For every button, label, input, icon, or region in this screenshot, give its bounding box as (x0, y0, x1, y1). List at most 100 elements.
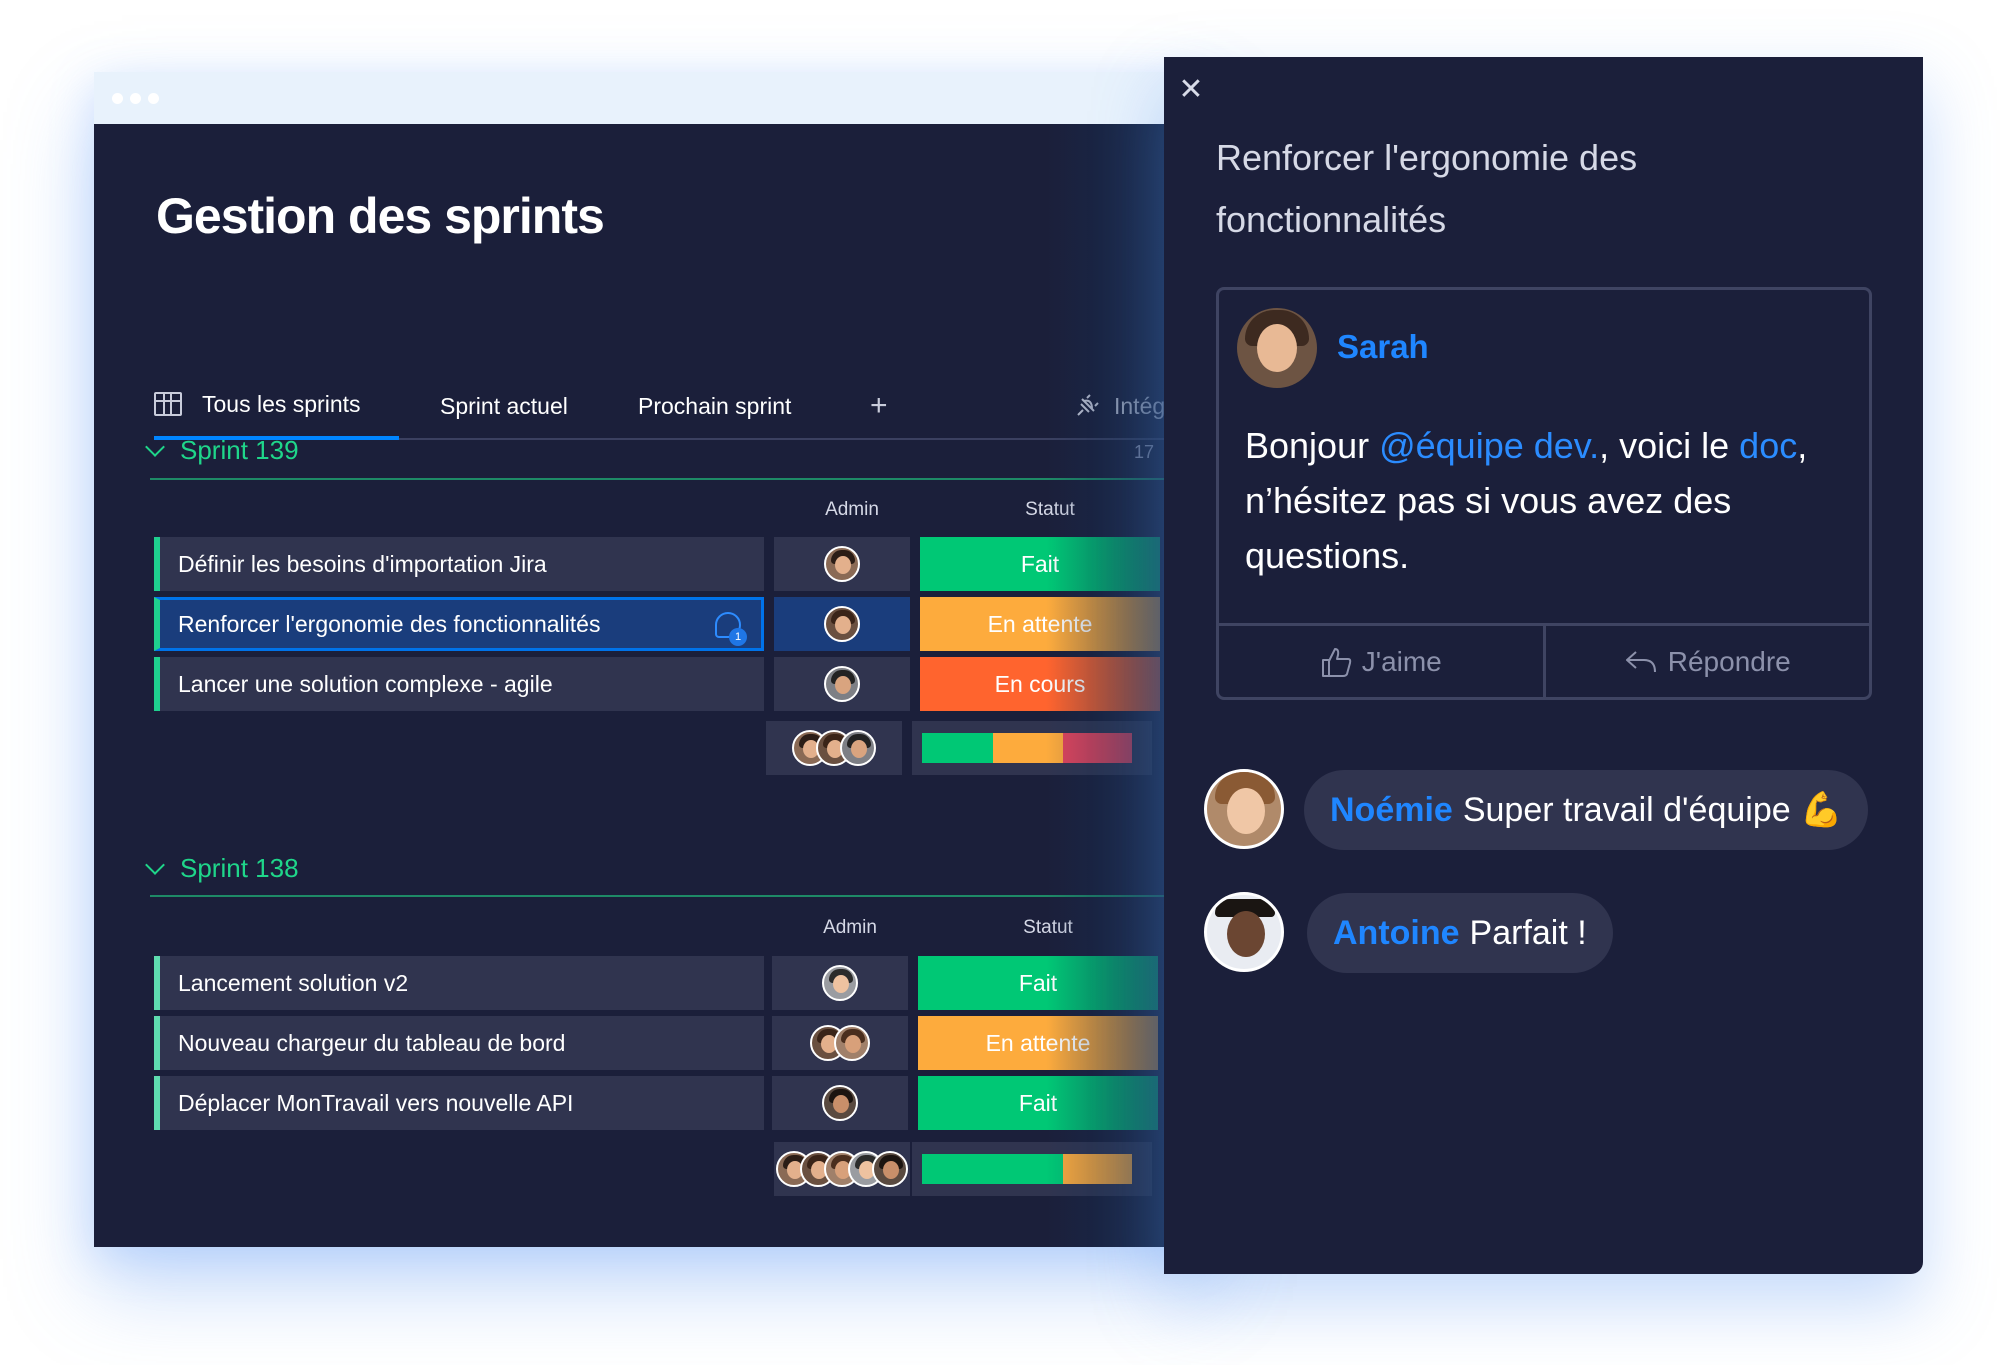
window-titlebar (94, 72, 1206, 124)
status-summary (912, 721, 1152, 775)
admin-cell[interactable] (772, 1076, 908, 1130)
table-icon (154, 392, 182, 416)
status-summary (912, 1142, 1152, 1196)
avatar (1204, 769, 1284, 849)
column-header-admin[interactable]: Admin (784, 499, 920, 521)
update-text: , voici le (1599, 425, 1740, 466)
status-progress-bar (922, 1154, 1132, 1184)
group-divider (150, 895, 1206, 897)
comment-icon[interactable]: 1 (713, 610, 747, 646)
tab-label: Intég (1114, 392, 1166, 419)
reply-text: Parfait ! (1469, 913, 1587, 952)
tab-next-sprint[interactable]: Prochain sprint (638, 372, 791, 440)
avatar (1237, 308, 1317, 388)
plus-icon: + (870, 389, 888, 422)
plug-icon (1077, 394, 1099, 416)
column-header-status[interactable]: Statut (930, 499, 1170, 521)
window-dot (112, 93, 123, 104)
item-row[interactable]: Nouveau chargeur du tableau de bord (154, 1016, 764, 1070)
item-row[interactable]: Lancement solution v2 (154, 956, 764, 1010)
status-label: Fait (1020, 550, 1060, 577)
avatar (872, 1151, 908, 1187)
reply-text: Super travail d'équipe 💪 (1462, 791, 1843, 829)
like-button[interactable]: J'aime (1219, 626, 1543, 697)
status-cell[interactable]: Fait (918, 1076, 1158, 1130)
screen: Gestion des sprints Tous les sprints Spr… (0, 0, 2000, 1365)
avatar (1204, 892, 1284, 972)
status-label: Fait (1018, 1089, 1058, 1116)
add-view-button[interactable]: + (870, 372, 888, 440)
status-cell[interactable]: En attente (918, 1016, 1158, 1070)
status-label: En attente (987, 610, 1093, 637)
avatar (822, 965, 858, 1001)
admin-cell[interactable] (772, 1016, 908, 1070)
status-cell[interactable]: En cours (920, 657, 1160, 711)
update-card: Sarah Bonjour @équipe dev., voici le doc… (1216, 287, 1872, 700)
close-icon[interactable]: ✕ (1176, 75, 1206, 105)
progress-segment (1062, 1154, 1132, 1184)
view-tabs: Tous les sprints Sprint actuel Prochain … (154, 372, 1206, 440)
status-label: En cours (994, 670, 1086, 697)
item-name: Nouveau chargeur du tableau de bord (178, 1029, 566, 1056)
like-label: J'aime (1361, 645, 1442, 677)
reply-author[interactable]: Antoine (1333, 914, 1460, 953)
avatar (822, 1085, 858, 1121)
admin-cell[interactable] (772, 956, 908, 1010)
reply-author[interactable]: Noémie (1330, 791, 1453, 830)
status-label: En attente (985, 1029, 1091, 1056)
status-progress-bar (922, 733, 1132, 763)
item-detail-panel: ✕ Renforcer l'ergonomie des fonctionnali… (1164, 57, 1923, 1274)
item-row-selected[interactable]: Renforcer l'ergonomie des fonctionnalité… (154, 597, 764, 651)
tab-label: Sprint actuel (440, 392, 568, 419)
doc-link[interactable]: doc (1739, 425, 1797, 466)
progress-segment (1062, 733, 1132, 763)
group-header-sprint-139[interactable]: Sprint 139 (144, 430, 299, 470)
item-name: Renforcer l'ergonomie des fonctionnalité… (178, 610, 601, 637)
integrations-button[interactable]: Intég (1074, 372, 1165, 440)
reply-bubble: Noémie Super travail d'équipe 💪 (1304, 770, 1869, 850)
reply-label: Répondre (1667, 645, 1791, 677)
item-row[interactable]: Déplacer MonTravail vers nouvelle API (154, 1076, 764, 1130)
update-body: Bonjour @équipe dev., voici le doc, n’hé… (1245, 418, 1845, 583)
reply-bubble: Antoine Parfait ! (1307, 893, 1613, 973)
update-text: Bonjour (1245, 425, 1380, 466)
item-name: Lancement solution v2 (178, 969, 409, 996)
window-dot (130, 93, 141, 104)
chevron-down-icon (145, 855, 165, 875)
avatar (840, 730, 876, 766)
admin-summary (766, 721, 902, 775)
group-title: Sprint 138 (180, 852, 299, 883)
tab-label: Prochain sprint (638, 392, 792, 419)
item-name: Lancer une solution complexe - agile (178, 670, 553, 697)
status-cell[interactable]: Fait (918, 956, 1158, 1010)
comment-count-badge: 1 (729, 628, 747, 646)
thumbs-up-icon (1321, 647, 1351, 677)
board-window: Gestion des sprints Tous les sprints Spr… (94, 72, 1206, 1247)
item-name: Déplacer MonTravail vers nouvelle API (178, 1089, 574, 1116)
admin-cell[interactable] (774, 537, 910, 591)
column-header-status[interactable]: Statut (928, 917, 1168, 939)
status-cell[interactable]: En attente (920, 597, 1160, 651)
update-author[interactable]: Sarah (1337, 328, 1429, 366)
avatar (824, 606, 860, 642)
item-row[interactable]: Lancer une solution complexe - agile (154, 657, 764, 711)
admin-summary (774, 1142, 910, 1196)
tab-current-sprint[interactable]: Sprint actuel (440, 372, 568, 440)
chevron-down-icon (145, 437, 165, 457)
progress-segment (922, 1154, 1063, 1184)
avatar (824, 546, 860, 582)
avatar (834, 1025, 870, 1061)
group-header-sprint-138[interactable]: Sprint 138 (144, 848, 299, 888)
update-actions: J'aime Répondre (1219, 623, 1869, 697)
reply-button[interactable]: Répondre (1542, 626, 1870, 697)
column-header-admin[interactable]: Admin (782, 917, 918, 939)
admin-cell[interactable] (774, 657, 910, 711)
panel-title: Renforcer l'ergonomie des fonctionnalité… (1216, 137, 1638, 240)
status-cell[interactable]: Fait (920, 537, 1160, 591)
group-title: Sprint 139 (180, 434, 299, 465)
mention-link[interactable]: @équipe dev. (1379, 425, 1599, 466)
reply-icon (1625, 650, 1656, 672)
admin-cell[interactable] (774, 597, 910, 651)
item-row[interactable]: Définir les besoins d'importation Jira (154, 537, 764, 591)
status-label: Fait (1018, 969, 1058, 996)
